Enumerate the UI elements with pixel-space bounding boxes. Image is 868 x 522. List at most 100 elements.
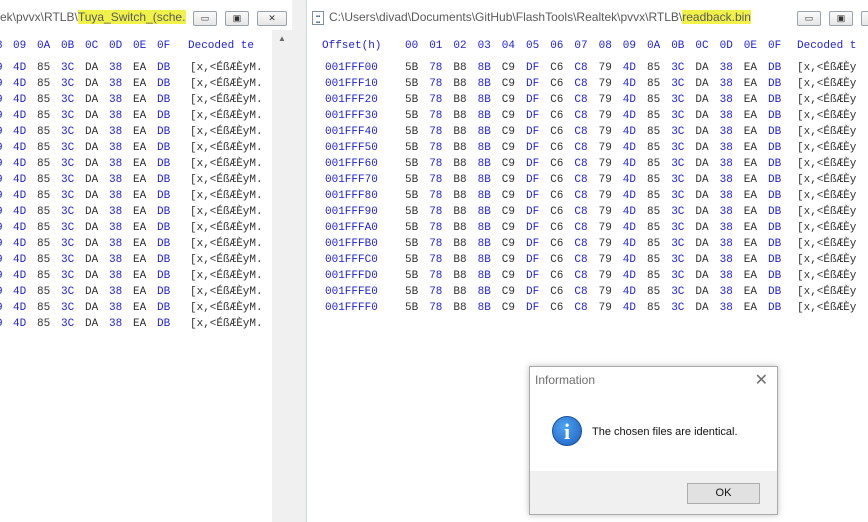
hex-byte[interactable]: DA [85,222,98,234]
hex-byte[interactable]: C6 [550,110,563,122]
hex-byte[interactable]: 38 [109,126,122,138]
hex-byte[interactable]: DF [526,270,539,282]
hex-row[interactable]: 001FFF60 5B 78 B8 8B C9 DF C6 C8 79 4D 85 3C DA 38 EA DB… [307,158,868,174]
hex-byte[interactable]: C6 [550,158,563,170]
hex-byte[interactable]: 5B [405,110,418,122]
hex-byte[interactable]: 38 [720,94,733,106]
hex-byte[interactable]: DF [526,222,539,234]
hex-byte[interactable]: 4D [623,110,636,122]
hex-byte[interactable]: 85 [647,110,660,122]
hex-byte[interactable]: 9 [0,222,3,234]
hex-byte[interactable]: 9 [0,206,3,218]
hex-byte[interactable]: DA [695,206,708,218]
hex-row[interactable]: 001FFF10 5B 78 B8 8B C9 DF C6 C8 79 4D 85 3C DA 38 EA DB… [307,78,868,94]
hex-byte[interactable]: C6 [550,174,563,186]
hex-byte[interactable]: EA [744,190,757,202]
hex-byte[interactable]: 85 [37,190,50,202]
hex-byte[interactable]: DB [768,78,781,90]
hex-byte[interactable]: DF [526,62,539,74]
hex-byte[interactable]: 38 [720,158,733,170]
hex-byte[interactable]: 9 [0,158,3,170]
hex-byte[interactable]: B8 [453,174,466,186]
hex-byte[interactable]: 38 [109,286,122,298]
hex-byte[interactable]: 3C [61,302,74,314]
hex-byte[interactable]: 4D [623,206,636,218]
hex-byte[interactable]: 5B [405,238,418,250]
hex-byte[interactable]: 85 [647,78,660,90]
hex-byte[interactable]: 3C [61,78,74,90]
hex-byte[interactable]: 85 [37,286,50,298]
hex-byte[interactable]: 3C [671,158,684,170]
hex-byte[interactable]: 3C [61,126,74,138]
hex-byte[interactable]: C6 [550,126,563,138]
hex-byte[interactable]: 4D [13,142,26,154]
hex-byte[interactable]: DA [85,270,98,282]
hex-byte[interactable]: 5B [405,270,418,282]
hex-byte[interactable]: 3C [671,78,684,90]
hex-byte[interactable]: C9 [502,286,515,298]
hex-byte[interactable]: C6 [550,302,563,314]
hex-byte[interactable]: EA [133,78,146,90]
hex-byte[interactable]: EA [133,286,146,298]
hex-byte[interactable]: 8B [478,62,491,74]
hex-byte[interactable]: B8 [453,270,466,282]
hex-byte[interactable]: C8 [574,78,587,90]
hex-byte[interactable]: 79 [599,62,612,74]
hex-byte[interactable]: EA [133,206,146,218]
hex-row[interactable]: 9 4D 85 3C DA 38 EA DB [x,<ÉßÆÈyM. [0,126,292,142]
hex-byte[interactable]: DF [526,190,539,202]
hex-byte[interactable]: C8 [574,158,587,170]
hex-byte[interactable]: 79 [599,206,612,218]
hex-byte[interactable]: 79 [599,238,612,250]
hex-byte[interactable]: 9 [0,126,3,138]
hex-byte[interactable]: DB [157,206,170,218]
hex-byte[interactable]: C8 [574,174,587,186]
hex-byte[interactable]: EA [133,126,146,138]
hex-byte[interactable]: DA [85,174,98,186]
hex-byte[interactable]: EA [744,238,757,250]
hex-byte[interactable]: 4D [623,126,636,138]
hex-row[interactable]: 001FFFC0 5B 78 B8 8B C9 DF C6 C8 79 4D 85 3C DA 38 EA DB… [307,254,868,270]
hex-byte[interactable]: 4D [623,78,636,90]
left-title-bar[interactable]: ek\pvvx\RTLB\Tuya_Switch_(sche... ▭ ▣ ✕ [0,0,292,30]
hex-byte[interactable]: 9 [0,318,3,330]
left-maximize-button[interactable]: ▣ [225,11,249,26]
hex-byte[interactable]: EA [133,238,146,250]
hex-byte[interactable]: C9 [502,302,515,314]
hex-byte[interactable]: 3C [61,222,74,234]
hex-byte[interactable]: C9 [502,158,515,170]
hex-byte[interactable]: 4D [623,142,636,154]
hex-byte[interactable]: 85 [647,238,660,250]
right-maximize-button[interactable]: ▣ [829,11,853,26]
hex-byte[interactable]: 4D [13,270,26,282]
hex-byte[interactable]: DA [695,110,708,122]
hex-byte[interactable]: 9 [0,238,3,250]
hex-byte[interactable]: DF [526,174,539,186]
hex-byte[interactable]: 85 [647,254,660,266]
hex-byte[interactable]: 3C [61,174,74,186]
hex-byte[interactable]: 5B [405,302,418,314]
hex-byte[interactable]: 38 [109,190,122,202]
hex-byte[interactable]: C9 [502,222,515,234]
hex-row[interactable]: 001FFFB0 5B 78 B8 8B C9 DF C6 C8 79 4D 85 3C DA 38 EA DB… [307,238,868,254]
hex-byte[interactable]: C9 [502,206,515,218]
hex-byte[interactable]: 85 [37,142,50,154]
hex-byte[interactable]: 8B [478,206,491,218]
hex-byte[interactable]: DB [768,94,781,106]
hex-byte[interactable]: DB [157,190,170,202]
hex-byte[interactable]: 4D [13,286,26,298]
hex-byte[interactable]: C9 [502,94,515,106]
hex-row[interactable]: 9 4D 85 3C DA 38 EA DB [x,<ÉßÆÈyM. [0,142,292,158]
hex-byte[interactable]: C8 [574,62,587,74]
hex-byte[interactable]: DB [157,142,170,154]
hex-byte[interactable]: DB [157,158,170,170]
hex-byte[interactable]: 3C [61,158,74,170]
hex-byte[interactable]: 78 [429,254,442,266]
hex-byte[interactable]: DB [157,174,170,186]
hex-byte[interactable]: C8 [574,302,587,314]
hex-byte[interactable]: DB [768,238,781,250]
hex-byte[interactable]: 85 [647,94,660,106]
hex-byte[interactable]: DB [157,318,170,330]
hex-byte[interactable]: DB [768,174,781,186]
hex-byte[interactable]: C9 [502,142,515,154]
